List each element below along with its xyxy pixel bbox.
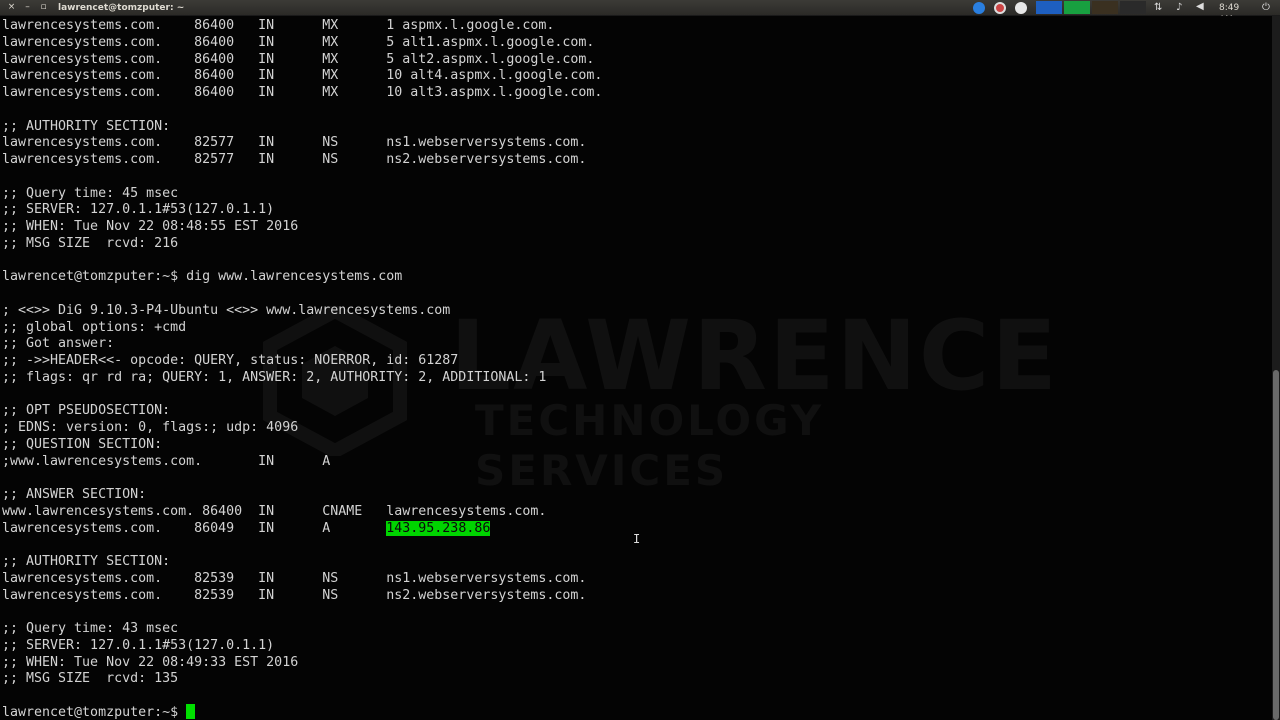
terminal-line: lawrencesystems.com. 86400 IN MX 10 alt4… — [2, 68, 603, 84]
shell-prompt: lawrencet@tomzputer:~$ — [2, 704, 187, 720]
close-icon[interactable]: × — [6, 2, 17, 13]
terminal-line: ;; SERVER: 127.0.1.1#53(127.0.1.1) — [2, 637, 275, 653]
terminal-line: lawrencesystems.com. 86400 IN MX 5 alt2.… — [2, 51, 595, 67]
lifesaver-icon[interactable] — [994, 2, 1006, 14]
terminal-line: lawrencesystems.com. 82539 IN NS ns1.web… — [2, 570, 587, 586]
window-title-bar: × – ▫ lawrencet@tomzputer: ~ ⇅ ♪ ◀ 8:49 … — [0, 0, 1280, 25]
terminal-line: ;; MSG SIZE rcvd: 135 — [2, 671, 179, 687]
terminal-line: ;; WHEN: Tue Nov 22 08:48:55 EST 2016 — [2, 219, 299, 234]
update-icon[interactable] — [1015, 2, 1027, 14]
terminal-line: ;; global options: +cmd — [2, 319, 187, 335]
terminal-line: ;www.lawrencesystems.com. IN A — [2, 453, 331, 469]
terminal-line: ;; ANSWER SECTION: — [2, 487, 147, 502]
terminal-line: ;; SERVER: 127.0.1.1#53(127.0.1.1) — [2, 202, 275, 218]
terminal-line: lawrencesystems.com. 82577 IN NS ns2.web… — [2, 152, 587, 167]
transfer-icon[interactable]: ⇅ — [1154, 2, 1162, 13]
bell-icon[interactable]: ♪ — [1176, 2, 1182, 13]
window-title: lawrencet@tomzputer: ~ — [58, 3, 185, 13]
a-record-prefix: lawrencesystems.com. 86049 IN A — [2, 520, 387, 536]
terminal-line: www.lawrencesystems.com. 86400 IN CNAME … — [2, 503, 547, 519]
terminal-line: ; EDNS: version: 0, flags:; udp: 4096 — [2, 420, 299, 435]
ibeam-cursor-icon: I — [633, 532, 641, 546]
text-cursor[interactable] — [186, 703, 196, 719]
watermark-title: LAWRENCE — [450, 300, 1059, 412]
cpu-graph-icon — [1092, 1, 1118, 14]
volume-icon[interactable]: ◀ — [1196, 1, 1204, 12]
watermark-subtitle: TECHNOLOGY SERVICES — [475, 396, 825, 495]
terminal-line: lawrencesystems.com. 82577 IN NS ns1.web… — [2, 135, 587, 151]
load-graph-icon — [1120, 1, 1146, 14]
scrollbar[interactable] — [1272, 16, 1280, 720]
scrollbar-thumb[interactable] — [1273, 370, 1279, 720]
memory-graph-icon — [1064, 1, 1090, 14]
power-icon[interactable]: ⏻ — [1262, 2, 1270, 13]
terminal-line: ;; Query time: 45 msec — [2, 185, 179, 201]
chromium-icon[interactable] — [973, 2, 985, 14]
prompt-line: lawrencet@tomzputer:~$ — [2, 703, 196, 720]
terminal-line: lawrencesystems.com. 82539 IN NS ns2.web… — [2, 587, 587, 603]
a-record-line: lawrencesystems.com. 86049 IN A 143.95.2… — [2, 520, 491, 537]
network-graph-icon — [1036, 1, 1062, 14]
terminal-line: lawrencesystems.com. 86400 IN MX 1 aspmx… — [2, 18, 555, 33]
terminal-line: ;; QUESTION SECTION: — [2, 436, 163, 452]
terminal-line: lawrencet@tomzputer:~$ dig www.lawrences… — [2, 269, 403, 285]
minimize-icon[interactable]: – — [22, 2, 33, 13]
terminal-line: ;; OPT PSEUDOSECTION: — [2, 403, 171, 419]
terminal-line: ;; AUTHORITY SECTION: — [2, 118, 171, 134]
terminal-line: ;; Got answer: — [2, 336, 115, 352]
maximize-icon[interactable]: ▫ — [38, 2, 49, 13]
terminal-line: ;; WHEN: Tue Nov 22 08:49:33 EST 2016 — [2, 654, 299, 670]
terminal-line: ;; ->>HEADER<<- opcode: QUERY, status: N… — [2, 353, 459, 368]
terminal-line: ;; AUTHORITY SECTION: — [2, 554, 171, 569]
terminal-line: ;; MSG SIZE rcvd: 216 — [2, 235, 179, 251]
terminal-line: lawrencesystems.com. 86400 IN MX 10 alt3… — [2, 85, 603, 100]
terminal-line: ;; Query time: 43 msec — [2, 621, 179, 636]
terminal-line: ; <<>> DiG 9.10.3-P4-Ubuntu <<>> www.law… — [2, 302, 451, 318]
terminal-line: ;; flags: qr rd ra; QUERY: 1, ANSWER: 2,… — [2, 369, 547, 385]
terminal-area[interactable]: LAWRENCE TECHNOLOGY SERVICES lawrencesys… — [0, 16, 1272, 720]
terminal-line: lawrencesystems.com. 86400 IN MX 5 alt1.… — [2, 34, 595, 50]
selected-ip-address[interactable]: 143.95.238.86 — [386, 520, 491, 536]
